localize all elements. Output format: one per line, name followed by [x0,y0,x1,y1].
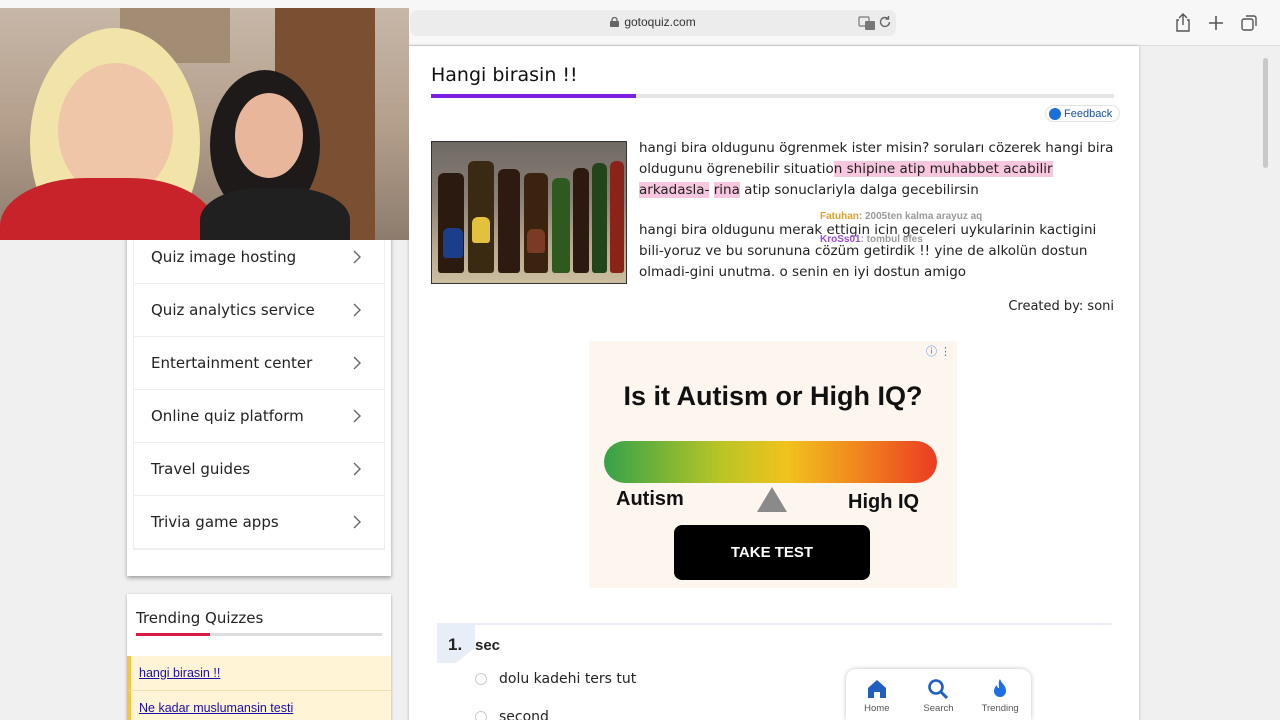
chevron-right-icon [353,303,361,317]
translate-icon[interactable] [858,14,876,32]
page-title: Hangi birasin !! [431,64,578,86]
ad-triangle-marker [757,487,787,512]
question-text: sec [475,637,501,654]
radio-button[interactable] [475,673,487,685]
title-progress-bar [431,94,1114,98]
address-bar[interactable]: gotoquiz.com [410,10,896,36]
question-number: 1. [448,635,463,654]
radio-button[interactable] [475,711,487,720]
sidebar-item-online-quiz[interactable]: Online quiz platform [134,390,384,443]
chevron-right-icon [353,462,361,476]
description-paragraph-1: hangi bira oldugunu ögrenmek ister misin… [639,140,1114,198]
description-paragraph-2: hangi bira oldugunu merak ettigin icin g… [639,222,1097,280]
chat-message: Fatuhan: 2005ten kalma arayuz aq [820,211,982,222]
trending-quizzes-panel: Trending Quizzes hangi birasin !! Ne kad… [127,594,391,720]
search-icon [928,679,949,700]
new-tab-icon[interactable] [1205,12,1227,34]
webcam-overlay [0,8,409,240]
chevron-right-icon [353,409,361,423]
trending-link[interactable]: hangi birasin !! [139,666,220,680]
ad-left-label: Autism [616,488,684,510]
ad-right-label: High IQ [848,491,920,513]
sidebar-item-quiz-analytics[interactable]: Quiz analytics service [134,284,384,337]
lock-icon [610,17,620,27]
sidebar-item-entertainment[interactable]: Entertainment center [134,337,384,390]
chat-user: KroSs01 [820,234,861,245]
chat-user: Fatuhan [820,211,859,222]
sidebar-item-trivia-apps[interactable]: Trivia game apps [134,496,384,549]
advertisement[interactable]: ⓘ ⋮ Is it Autism or High IQ? Autism High… [589,341,957,588]
highlighted-text: rina [713,182,740,198]
chat-text: : 2005ten kalma arayuz aq [858,211,983,222]
created-by-label: Created by: soni [1008,299,1114,314]
share-icon[interactable] [1172,12,1194,34]
trending-title: Trending Quizzes [136,609,264,627]
sidebar-link-list: Quiz image hosting Quiz analytics servic… [133,230,385,550]
quiz-main-content: Hangi birasin !! Feedback hangi bira old… [409,46,1139,720]
nav-home[interactable]: Home [851,669,903,720]
ad-take-test-button[interactable]: TAKE TEST [674,525,870,580]
ad-gradient-bar [604,441,937,483]
quiz-image-beer-bottles [431,141,627,284]
reload-icon[interactable] [878,15,892,29]
trending-item[interactable]: hangi birasin !! [127,656,391,691]
answer-option[interactable]: dolu kadehi ters tut [475,671,636,687]
home-icon [867,680,886,698]
chat-text: : tombul efes [860,234,923,245]
sidebar-item-travel-guides[interactable]: Travel guides [134,443,384,496]
chat-message: KroSs01: tombul efes [820,234,923,245]
nav-search[interactable]: Search [912,669,964,720]
chevron-right-icon [353,515,361,529]
ad-info-icon[interactable]: ⓘ ⋮ [926,343,951,359]
tabs-overview-icon[interactable] [1238,12,1260,34]
trending-item[interactable]: Ne kadar muslumansin testi [127,691,391,720]
feedback-button[interactable]: Feedback [1045,105,1121,122]
answer-option[interactable]: second [475,709,549,720]
ad-title: Is it Autism or High IQ? [623,381,923,411]
nav-trending[interactable]: Trending [974,669,1026,720]
chevron-right-icon [353,250,361,264]
flame-icon [994,679,1007,697]
trending-link[interactable]: Ne kadar muslumansin testi [139,701,293,715]
page-scrollbar[interactable] [1263,58,1268,168]
trending-underline [136,633,382,636]
url-text: gotoquiz.com [624,15,696,29]
bottom-navigation: Home Search Trending [846,669,1031,720]
feedback-icon [1049,107,1061,120]
chevron-right-icon [353,356,361,370]
